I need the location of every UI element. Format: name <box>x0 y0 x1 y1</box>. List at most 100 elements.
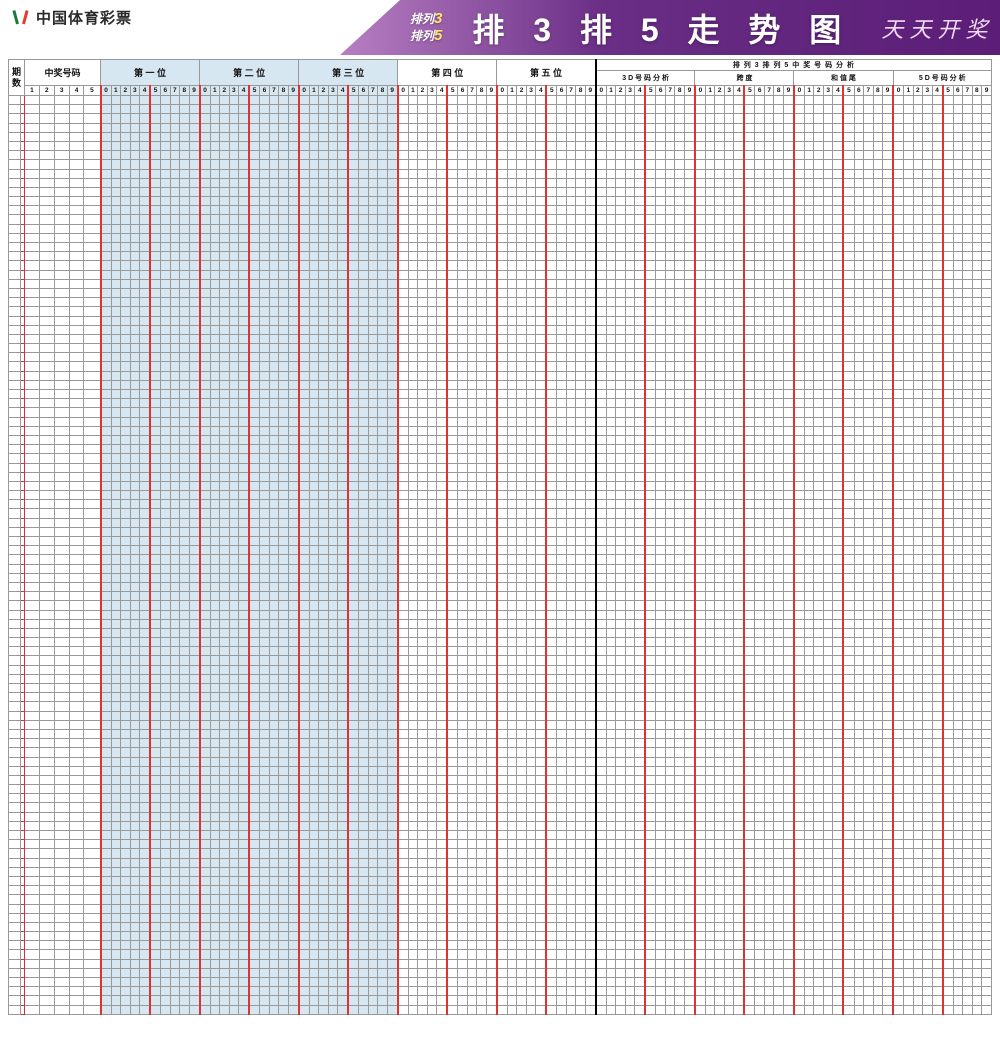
grid-cell <box>783 279 794 288</box>
grid-cell <box>804 417 814 426</box>
grid-cell <box>536 96 547 105</box>
grid-cell <box>744 132 755 141</box>
digit-header: 3 <box>724 86 734 96</box>
grid-cell <box>288 546 299 555</box>
grid-cell <box>210 298 220 307</box>
grid-cell <box>904 132 914 141</box>
grid-cell <box>715 509 725 518</box>
grid-cell <box>239 454 250 463</box>
grid-cell <box>645 463 656 472</box>
grid-cell <box>724 362 734 371</box>
grid-cell <box>387 380 398 389</box>
grid-cell <box>309 307 319 316</box>
grid-cell <box>893 334 904 343</box>
grid-cell <box>843 96 854 105</box>
grid-cell <box>972 445 982 454</box>
grid-cell <box>220 518 230 527</box>
grid-cell <box>893 160 904 169</box>
grid-cell <box>724 151 734 160</box>
grid-cell <box>427 445 437 454</box>
grid-cell <box>596 279 607 288</box>
grid-cell <box>724 187 734 196</box>
grid-cell <box>744 233 755 242</box>
grid-cell <box>943 380 954 389</box>
grid-cell <box>864 169 874 178</box>
grid-cell <box>517 252 527 261</box>
grid-cell <box>189 288 200 297</box>
grid-cell <box>249 518 260 527</box>
grid-cell <box>54 362 69 371</box>
grid-cell <box>220 279 230 288</box>
grid-cell <box>189 270 200 279</box>
grid-cell <box>180 344 190 353</box>
grid-cell <box>864 187 874 196</box>
grid-cell <box>833 481 844 490</box>
grid-cell <box>963 408 973 417</box>
grid-cell <box>665 169 675 178</box>
grid-cell <box>180 353 190 362</box>
grid-cell <box>635 197 646 206</box>
data-row <box>9 178 992 187</box>
grid-cell <box>913 224 923 233</box>
grid-cell <box>299 169 310 178</box>
grid-cell <box>755 491 765 500</box>
grid-cell <box>953 169 963 178</box>
grid-cell <box>963 141 973 150</box>
grid-cell <box>101 243 112 252</box>
grid-cell <box>200 252 211 261</box>
grid-cell <box>783 197 794 206</box>
grid-cell <box>84 169 101 178</box>
grid-cell <box>368 353 378 362</box>
grid-cell <box>220 463 230 472</box>
grid-cell <box>734 270 745 279</box>
grid-cell <box>39 463 54 472</box>
grid-cell <box>338 298 349 307</box>
grid-cell <box>665 500 675 509</box>
grid-cell <box>220 252 230 261</box>
grid-cell <box>467 537 477 546</box>
grid-cell <box>359 417 369 426</box>
grid-cell <box>418 252 428 261</box>
grid-cell <box>833 307 844 316</box>
grid-cell <box>982 527 992 536</box>
grid-cell <box>943 197 954 206</box>
grid-cell <box>398 426 409 435</box>
grid-cell <box>972 380 982 389</box>
grid-cell <box>625 132 635 141</box>
grid-cell <box>755 243 765 252</box>
grid-cell <box>477 371 487 380</box>
grid-cell <box>239 160 250 169</box>
grid-cell <box>675 426 685 435</box>
grid-cell <box>408 454 418 463</box>
grid-cell <box>378 279 388 288</box>
grid-cell <box>486 288 497 297</box>
grid-cell <box>854 518 864 527</box>
grid-cell <box>794 417 805 426</box>
grid-cell <box>854 491 864 500</box>
grid-cell <box>39 518 54 527</box>
grid-cell <box>665 426 675 435</box>
grid-cell <box>309 114 319 123</box>
grid-cell <box>378 435 388 444</box>
period-cell <box>9 334 21 343</box>
grid-cell <box>526 141 536 150</box>
grid-cell <box>309 252 319 261</box>
grid-cell <box>398 197 409 206</box>
grid-cell <box>517 500 527 509</box>
grid-cell <box>150 279 161 288</box>
grid-cell <box>923 151 933 160</box>
grid-cell <box>486 481 497 490</box>
grid-cell <box>348 243 359 252</box>
grid-cell <box>953 435 963 444</box>
grid-cell <box>161 362 171 371</box>
grid-cell <box>229 325 239 334</box>
grid-cell <box>437 114 448 123</box>
grid-cell <box>823 380 833 389</box>
grid-cell <box>101 215 112 224</box>
grid-cell <box>359 169 369 178</box>
grid-cell <box>309 243 319 252</box>
grid-cell <box>39 151 54 160</box>
grid-cell <box>665 160 675 169</box>
grid-cell <box>398 123 409 132</box>
grid-cell <box>507 408 517 417</box>
